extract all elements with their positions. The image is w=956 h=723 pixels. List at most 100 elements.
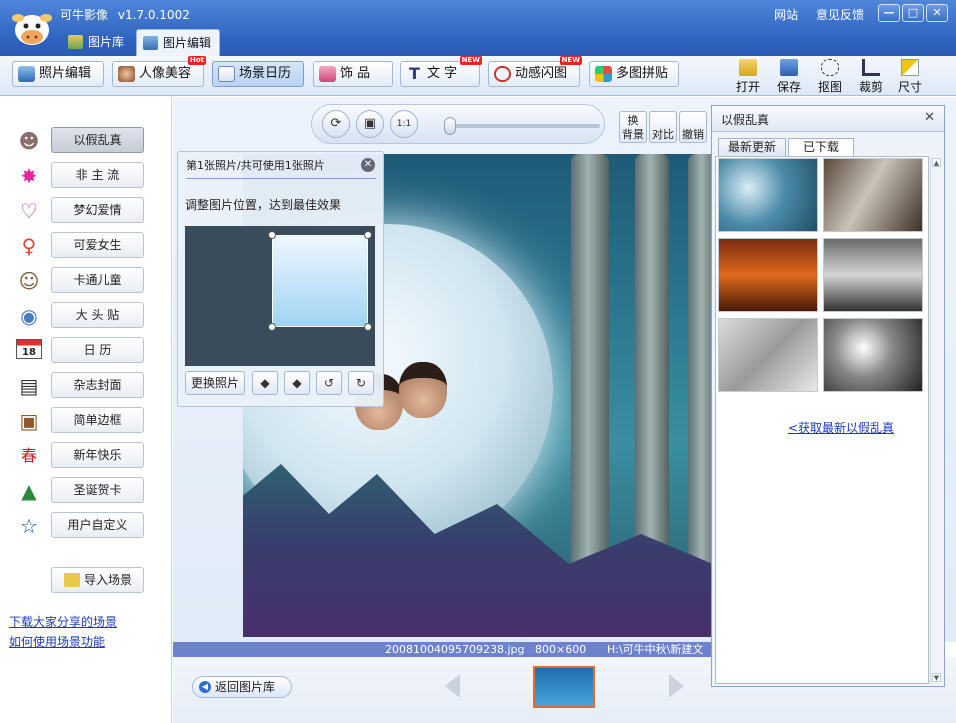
photo-edit-button[interactable]: 照片编辑 (12, 61, 104, 87)
new-badge: NEW (559, 56, 582, 65)
scroll-down-icon[interactable]: ▼ (932, 673, 941, 682)
next-arrow-icon[interactable] (669, 674, 684, 698)
sidebar-item-cartoon-kids[interactable]: ☺ 卡通儿童 (16, 267, 146, 293)
sidebar-item-calendar[interactable]: 18 日 历 (16, 337, 146, 363)
hot-badge: Hot (187, 56, 206, 65)
undo-button[interactable]: 撤销 (679, 111, 707, 143)
template-thumbnail[interactable] (823, 318, 923, 392)
status-bar: 20081004095709238.jpg 800×600 H:\可牛中秋\新建… (173, 642, 711, 657)
sidebar-item-dream-love[interactable]: ♡ 梦幻爱情 (16, 197, 146, 223)
rotate-icon[interactable]: ⟳ (322, 110, 350, 138)
actual-size-icon[interactable]: 1:1 (390, 110, 418, 138)
animated-flash-button[interactable]: 动感闪图 NEW (488, 56, 582, 87)
resize-handle[interactable] (268, 231, 276, 239)
face-sticker-icon: ◉ (20, 304, 38, 328)
template-thumbnail[interactable] (718, 158, 818, 232)
sidebar-item-simple-frame[interactable]: ▣ 简单边框 (16, 407, 146, 433)
minimize-button[interactable]: — (878, 4, 900, 22)
sidebar-item-nonmainstream[interactable]: ✸ 非 主 流 (16, 162, 146, 188)
close-icon[interactable]: ✕ (361, 158, 375, 172)
resize-handle[interactable] (268, 323, 276, 331)
template-grid: <获取最新以假乱真 (715, 156, 929, 684)
photo-adjust-panel: 第1张照片/共可使用1张照片 ✕ 调整图片位置，达到最佳效果 更换照片 ◆ ◆ … (177, 151, 384, 407)
save-button[interactable]: 保存 (770, 59, 808, 95)
save-disk-icon (780, 59, 798, 76)
tab-image-edit[interactable]: 图片编辑 (136, 29, 221, 56)
collage-button[interactable]: 多图拼贴 (589, 61, 679, 87)
accessories-button[interactable]: 饰 品 (313, 61, 393, 87)
back-to-gallery-button[interactable]: ◀ 返回图片库 (192, 676, 292, 698)
template-panel-header: 以假乱真 ✕ (712, 106, 944, 132)
resize-button[interactable]: 尺寸 (891, 59, 929, 95)
template-scrollbar[interactable]: ▲ ▼ (930, 156, 942, 684)
file-name: 20081004095709238.jpg (385, 643, 525, 656)
sidebar-item-label: 卡通儿童 (51, 267, 144, 293)
tab-gallery[interactable]: 图片库 (62, 29, 132, 56)
open-button[interactable]: 打开 (729, 59, 767, 95)
scene-sidebar: ☻ 以假乱真 ✸ 非 主 流 ♡ 梦幻爱情 ♀ 可爱女生 ☺ 卡通儿童 ◉ 大 … (0, 97, 172, 723)
filmstrip-thumbnail[interactable] (533, 666, 595, 708)
sidebar-item-label: 可爱女生 (51, 232, 144, 258)
text-button[interactable]: T 文 字 NEW (400, 56, 482, 87)
accessories-label: 饰 品 (340, 66, 371, 81)
change-background-button[interactable]: 换 背景 (619, 111, 647, 143)
template-thumbnail[interactable] (823, 238, 923, 312)
get-latest-templates-link[interactable]: <获取最新以假乱真 (788, 419, 894, 436)
photo-crop-box[interactable] (268, 231, 372, 331)
rotate-left-icon[interactable]: ↺ (316, 371, 342, 395)
resize-handle[interactable] (364, 231, 372, 239)
template-thumbnail[interactable] (718, 318, 818, 392)
scroll-up-icon[interactable]: ▲ (932, 158, 941, 167)
sidebar-item-cute-girl[interactable]: ♀ 可爱女生 (16, 232, 146, 258)
download-shared-scenes-link[interactable]: 下载大家分享的场景 (9, 613, 117, 630)
sidebar-item-new-year[interactable]: 春 新年快乐 (16, 442, 146, 468)
text-t-icon: T (409, 64, 420, 83)
cutout-button[interactable]: 抠图 (811, 59, 849, 95)
zoom-slider-knob[interactable] (444, 117, 456, 135)
sidebar-item-christmas[interactable]: ▲ 圣诞贺卡 (16, 477, 146, 503)
maximize-button[interactable]: □ (902, 4, 924, 22)
website-link[interactable]: 网站 (774, 8, 798, 22)
calendar-icon: 18 (16, 339, 42, 359)
close-icon[interactable]: ✕ (924, 110, 935, 125)
fit-screen-icon[interactable]: ▣ (356, 110, 384, 138)
flip-vertical-icon[interactable]: ◆ (284, 371, 310, 395)
prev-arrow-icon[interactable] (445, 674, 460, 698)
template-thumbnail[interactable] (718, 238, 818, 312)
collage-icon (595, 66, 612, 82)
sidebar-item-realistic[interactable]: ☻ 以假乱真 (16, 127, 146, 153)
change-background-label: 换 背景 (622, 114, 644, 141)
sidebar-item-photo-sticker[interactable]: ◉ 大 头 贴 (16, 302, 146, 328)
change-photo-button[interactable]: 更换照片 (185, 371, 245, 395)
scene-calendar-button[interactable]: 场景日历 (212, 61, 304, 87)
crop-button[interactable]: 裁剪 (852, 59, 890, 95)
resize-handle[interactable] (364, 323, 372, 331)
scene-help-link[interactable]: 如何使用场景功能 (9, 633, 105, 650)
portrait-beauty-button[interactable]: 人像美容 Hot (112, 56, 206, 87)
tab-downloaded[interactable]: 已下载 (788, 138, 854, 157)
image-dimensions: 800×600 (535, 643, 587, 656)
compare-button[interactable]: 对比 (649, 111, 677, 143)
rotate-right-icon[interactable]: ↻ (348, 371, 374, 395)
bow-icon (319, 66, 336, 82)
crop-icon (862, 59, 880, 76)
photo-edit-label: 照片编辑 (39, 66, 92, 81)
app-version: v1.7.0.1002 (117, 8, 190, 22)
sidebar-item-magazine[interactable]: ▤ 杂志封面 (16, 372, 146, 398)
template-thumbnail[interactable] (823, 158, 923, 232)
photo-panel-hint: 调整图片位置，达到最佳效果 (185, 198, 342, 212)
sidebar-item-user-defined[interactable]: ☆ 用户自定义 (16, 512, 146, 538)
import-scene-button[interactable]: 导入场景 (51, 567, 144, 593)
calendar-icon (218, 66, 235, 82)
feedback-link[interactable]: 意见反馈 (816, 8, 864, 22)
scene-calendar-label: 场景日历 (239, 66, 292, 81)
template-panel-title: 以假乱真 (721, 113, 770, 127)
divider (186, 178, 376, 179)
flip-horizontal-icon[interactable]: ◆ (252, 371, 278, 395)
close-button[interactable]: ✕ (926, 4, 948, 22)
tab-latest[interactable]: 最新更新 (718, 138, 786, 156)
zoom-slider[interactable] (444, 117, 600, 135)
sidebar-item-label: 简单边框 (51, 407, 144, 433)
back-to-gallery-label: 返回图片库 (215, 680, 276, 694)
text-label: 文 字 (427, 66, 458, 81)
